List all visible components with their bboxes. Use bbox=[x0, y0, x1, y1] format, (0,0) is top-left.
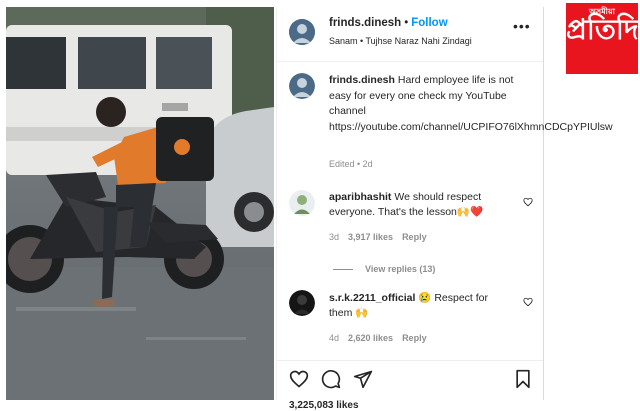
caption-username[interactable]: frinds.dinesh bbox=[329, 74, 395, 86]
view-replies-label[interactable]: View replies (13) bbox=[365, 264, 435, 274]
actions-divider bbox=[277, 360, 543, 361]
replies-line bbox=[333, 269, 353, 271]
post-author-username[interactable]: frinds.dinesh bbox=[329, 17, 401, 29]
post-caption: frinds.dinesh Hard employee life is not … bbox=[329, 73, 613, 135]
like-heart-icon[interactable] bbox=[289, 369, 309, 389]
post-header: frinds.dinesh • Follow bbox=[329, 17, 448, 29]
comment-time[interactable]: 3d bbox=[329, 232, 339, 242]
pratidin-logo: অসমীয়া প্রতিদিন bbox=[566, 3, 640, 74]
post-audio[interactable]: Sanam • Tujhse Naraz Nahi Zindagi bbox=[329, 36, 472, 46]
comment-2-meta: 4d 2,620 likes Reply bbox=[329, 333, 436, 343]
reply-button[interactable]: Reply bbox=[402, 232, 427, 242]
post-photo[interactable] bbox=[6, 7, 274, 400]
post-author-avatar[interactable] bbox=[289, 19, 315, 45]
logo-big-text: প্রতিদিন bbox=[566, 14, 640, 45]
comment-bubble-icon[interactable] bbox=[321, 369, 341, 389]
comment-avatar[interactable] bbox=[289, 190, 315, 216]
comment-avatar[interactable] bbox=[289, 290, 315, 316]
like-comment-heart-icon[interactable] bbox=[523, 297, 533, 307]
comment-2: s.r.k.2211_official 😢 Respect for them 🙌 bbox=[329, 291, 509, 320]
more-options-icon[interactable]: ••• bbox=[513, 19, 531, 33]
caption-meta: Edited • 2d bbox=[329, 159, 373, 169]
comment-likes[interactable]: 3,917 likes bbox=[348, 232, 393, 242]
save-bookmark-icon[interactable] bbox=[513, 369, 533, 389]
follow-button[interactable]: Follow bbox=[411, 17, 447, 29]
header-divider bbox=[277, 61, 543, 62]
reply-button[interactable]: Reply bbox=[402, 333, 427, 343]
comment-username[interactable]: s.r.k.2211_official bbox=[329, 292, 415, 304]
share-send-icon[interactable] bbox=[353, 369, 373, 389]
comment-time[interactable]: 4d bbox=[329, 333, 339, 343]
comment-1-meta: 3d 3,917 likes Reply bbox=[329, 232, 436, 242]
header-separator: • bbox=[404, 17, 409, 29]
post-side-panel: frinds.dinesh • Follow Sanam • Tujhse Nara… bbox=[276, 7, 613, 411]
like-comment-heart-icon[interactable] bbox=[523, 197, 533, 207]
motorcycle-rider-photo bbox=[6, 7, 274, 400]
comment-likes[interactable]: 2,620 likes bbox=[348, 333, 393, 343]
post-likes-count[interactable]: 3,225,083 likes bbox=[289, 400, 359, 411]
comment-1: aparibhashit We should respect everyone.… bbox=[329, 190, 509, 219]
comment-username[interactable]: aparibhashit bbox=[329, 191, 391, 203]
caption-author-avatar[interactable] bbox=[289, 73, 315, 99]
view-replies-button[interactable]: View replies (13) bbox=[333, 264, 435, 274]
